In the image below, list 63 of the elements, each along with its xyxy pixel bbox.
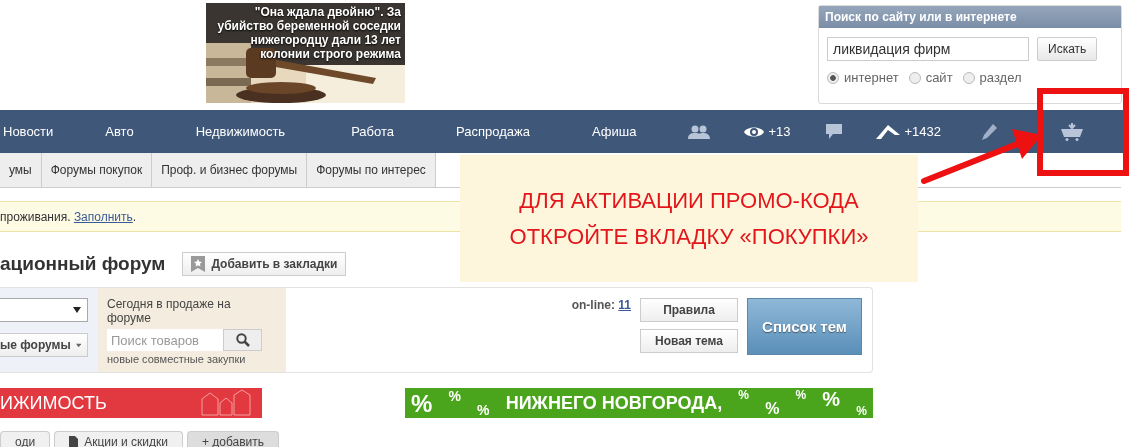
nav-link[interactable]: Новости <box>3 124 54 139</box>
caret-icon <box>75 342 81 348</box>
rules-button[interactable]: Правила <box>640 298 738 322</box>
nav-icon-button[interactable] <box>688 124 711 139</box>
percent-sign: % <box>856 404 867 418</box>
banner-text: НИЖНЕГО НОВГОРОДА, <box>505 392 723 414</box>
nav-link[interactable]: Работа <box>351 124 395 139</box>
promo-text: ОТКРОЙТЕ ВКЛАДКУ «ПОКУПКИ» <box>509 223 869 250</box>
search-panel-title: Поиск по сайту или в интернете <box>819 6 1121 28</box>
fill-link[interactable]: Заполнить <box>73 209 133 224</box>
people-icon <box>688 124 711 139</box>
forum-tab[interactable]: Проф. и бизнес форумы <box>152 153 308 187</box>
page-title: ационный форум <box>0 253 166 275</box>
percent-sign: % <box>765 400 780 418</box>
percent-sign: % <box>411 390 433 418</box>
joint-purchases-link[interactable]: новые совместные закупки <box>107 353 277 365</box>
add-tab[interactable]: + добавить <box>186 431 280 447</box>
search-field[interactable]: ликвидация фирм <box>827 37 1029 61</box>
basket-icon <box>1061 122 1083 141</box>
forum-tab[interactable]: Форумы по интерес <box>307 153 436 187</box>
sale-title: Сегодня в продаже на форуме <box>107 297 232 325</box>
bookmark-button[interactable]: Добавить в закладки <box>182 252 347 276</box>
nav-link[interactable]: Авто <box>105 124 134 139</box>
section-tab[interactable]: Акции и скидки <box>54 431 183 447</box>
forum-tab[interactable]: Форумы покупок <box>41 153 153 187</box>
nav-link[interactable]: Афиша <box>591 124 637 139</box>
nav-counter[interactable]: +1432 <box>876 124 941 139</box>
scope-radio[interactable]: сайт <box>908 70 953 85</box>
arrow-up-icon <box>876 124 901 139</box>
search-button[interactable] <box>223 329 262 351</box>
notice-text: . <box>132 209 137 224</box>
product-search-field[interactable]: Поиск товаров <box>107 329 223 351</box>
online-label: on-line: 11 <box>571 298 631 314</box>
bookmark-star-icon <box>191 256 206 272</box>
realty-banner[interactable]: ИЖИМОСТЬ <box>0 388 262 418</box>
speech-bubble-icon <box>826 124 843 139</box>
nav-icon-button[interactable] <box>981 123 997 140</box>
nav-link[interactable]: Недвижимость <box>195 124 286 139</box>
online-count-link[interactable]: 11 <box>618 298 631 312</box>
scope-radio[interactable]: раздел <box>962 70 1022 85</box>
percent-sign: % <box>477 402 490 418</box>
pencil-icon <box>981 123 997 140</box>
percent-sign: % <box>822 388 841 411</box>
forums-button[interactable]: ые форумы <box>0 333 88 357</box>
section-tab[interactable]: оди <box>0 431 51 447</box>
forum-tab[interactable]: умы <box>0 153 42 187</box>
banner-text: ИЖИМОСТЬ <box>0 392 107 414</box>
percent-sign: % <box>738 388 749 402</box>
percent-sign: % <box>448 388 461 404</box>
document-icon <box>69 436 79 447</box>
caret-icon <box>73 307 81 313</box>
new-topic-button[interactable]: Новая тема <box>640 329 738 353</box>
nav-icon-button[interactable] <box>1061 122 1083 141</box>
scope-radio[interactable]: интернет <box>827 70 899 85</box>
nav-link[interactable]: Распродажа <box>456 124 530 139</box>
search-icon <box>235 333 250 347</box>
promo-text: ДЛЯ АКТИВАЦИИ ПРОМО-КОДА <box>519 187 859 214</box>
notice-text: проживания. <box>0 209 72 224</box>
percent-sign: % <box>795 388 807 402</box>
forum-select[interactable] <box>0 298 88 322</box>
nav-icon-button[interactable] <box>826 124 843 139</box>
nav-counter[interactable]: +13 <box>744 124 791 139</box>
search-button[interactable]: Искать <box>1037 37 1098 61</box>
